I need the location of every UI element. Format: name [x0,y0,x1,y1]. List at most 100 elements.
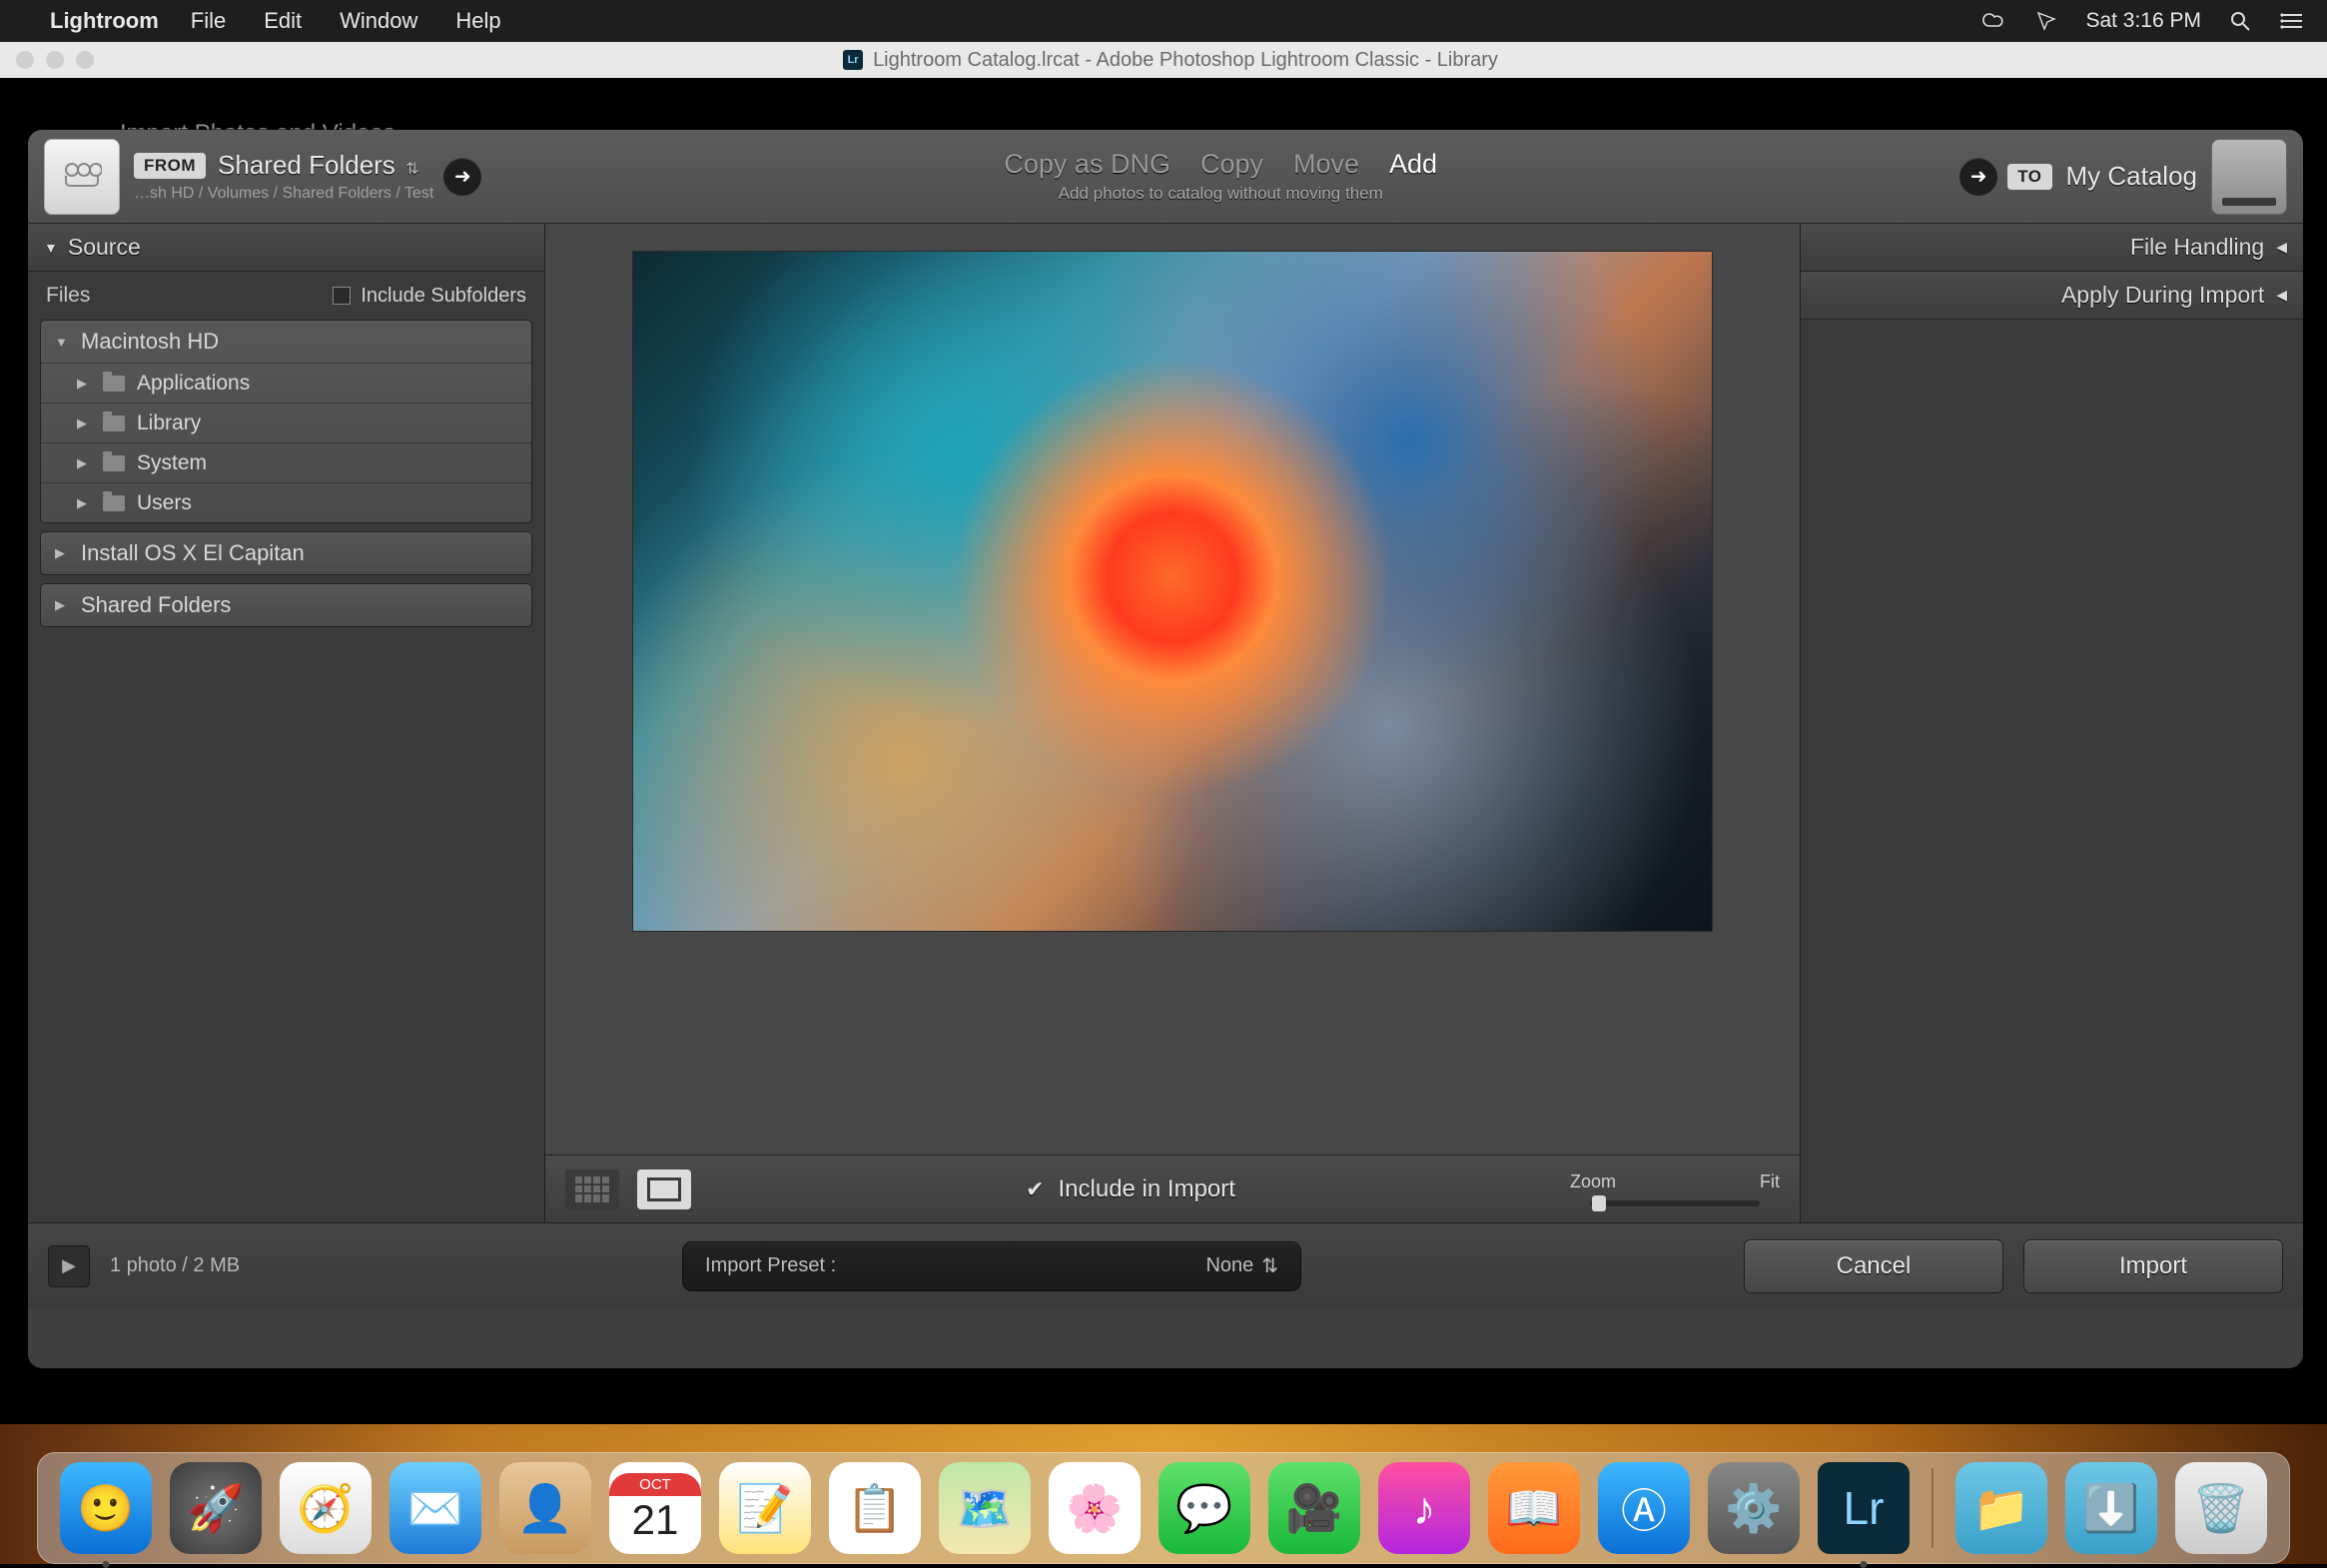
dock-notes-icon[interactable]: 📝 [719,1462,811,1554]
status-cursor-icon[interactable] [2033,8,2059,34]
mode-description: Add photos to catalog without moving the… [1059,184,1383,204]
dock-trash-icon[interactable]: 🗑️ [2175,1462,2267,1554]
folder-label: Library [137,411,201,435]
disclosure-right-icon: ▶ [77,495,91,511]
minimize-window-button[interactable] [46,51,64,69]
disclosure-down-icon: ▼ [55,335,69,350]
menu-edit[interactable]: Edit [264,8,302,34]
mode-move[interactable]: Move [1293,149,1359,180]
source-picker[interactable]: Shared Folders ⇅ [218,150,419,181]
disclosure-left-icon: ◀ [2276,287,2287,304]
grid-view-button[interactable] [565,1170,619,1209]
preview-toolbar: ✔ Include in Import Zoom Fit [545,1155,1800,1222]
dock-applications-folder-icon[interactable]: 📁 [1955,1462,2047,1554]
dock-ibooks-icon[interactable]: 📖 [1488,1462,1580,1554]
from-arrow-icon: ➜ [443,158,481,196]
dock-mail-icon[interactable]: ✉️ [389,1462,481,1554]
expand-minimal-button[interactable]: ▶ [48,1245,90,1287]
fit-label: Fit [1760,1172,1780,1192]
source-panel-header[interactable]: ▼ Source [28,224,544,272]
include-subfolders-toggle[interactable]: Include Subfolders [333,285,526,308]
zoom-window-button[interactable] [76,51,94,69]
app-name[interactable]: Lightroom [50,8,159,34]
to-badge: TO [2007,164,2051,190]
dock-lightroom-icon[interactable]: Lr [1818,1462,1910,1554]
include-in-import-toggle[interactable]: ✔ Include in Import [709,1176,1552,1203]
volume-install-osx[interactable]: ▶Install OS X El Capitan [40,531,532,575]
volume-label: Macintosh HD [81,329,219,355]
preview-area [545,224,1800,1155]
macos-dock: 🙂 🚀 🧭 ✉️ 👤 OCT21 📝 📋 🗺️ 🌸 💬 🎥 ♪ 📖 Ⓐ ⚙️ L… [37,1452,2290,1564]
source-drive-icon[interactable] [44,139,120,215]
folder-applications[interactable]: ▶Applications [41,363,531,402]
dock-photos-icon[interactable]: 🌸 [1049,1462,1141,1554]
dock-safari-icon[interactable]: 🧭 [280,1462,372,1554]
include-in-import-label: Include in Import [1059,1176,1235,1203]
chevron-updown-icon: ⇅ [1261,1253,1278,1278]
chevron-updown-icon: ⇅ [401,161,419,178]
photo-thumbnail[interactable] [633,252,1712,931]
folder-system[interactable]: ▶System [41,442,531,482]
volume-shared-folders[interactable]: ▶Shared Folders [40,583,532,627]
menu-help[interactable]: Help [455,8,500,34]
notification-center-icon[interactable] [2279,8,2305,34]
source-path: …sh HD / Volumes / Shared Folders / Test [134,185,433,203]
import-top-strip: FROM Shared Folders ⇅ …sh HD / Volumes /… [28,130,2303,224]
volume-row[interactable]: ▼ Macintosh HD [41,321,531,363]
close-window-button[interactable] [16,51,34,69]
apply-during-import-panel-header[interactable]: Apply During Import ◀ [1801,272,2303,320]
center-preview-panel: ✔ Include in Import Zoom Fit [545,224,1800,1222]
dock-facetime-icon[interactable]: 🎥 [1268,1462,1360,1554]
dock-system-preferences-icon[interactable]: ⚙️ [1708,1462,1800,1554]
import-preset-select[interactable]: Import Preset : None ⇅ [682,1241,1301,1291]
dock-finder-icon[interactable]: 🙂 [60,1462,152,1554]
import-button[interactable]: Import [2023,1239,2283,1293]
include-subfolders-label: Include Subfolders [361,285,526,308]
file-handling-panel-header[interactable]: File Handling ◀ [1801,224,2303,272]
calendar-month: OCT [609,1473,701,1496]
dock-launchpad-icon[interactable]: 🚀 [170,1462,262,1554]
folder-users[interactable]: ▶ Users [41,482,531,522]
calendar-day: 21 [632,1496,679,1544]
loupe-view-button[interactable] [637,1170,691,1209]
dock-reminders-icon[interactable]: 📋 [829,1462,921,1554]
window-title: Lightroom Catalog.lrcat - Adobe Photosho… [873,49,1498,72]
dock-downloads-folder-icon[interactable]: ⬇️ [2065,1462,2157,1554]
apply-during-import-title: Apply During Import [2061,282,2264,309]
mode-copy-as-dng[interactable]: Copy as DNG [1004,149,1170,180]
destination-title[interactable]: My Catalog [2066,161,2198,192]
menu-window[interactable]: Window [340,8,417,34]
import-preset-label: Import Preset : [705,1254,836,1277]
menubar-clock[interactable]: Sat 3:16 PM [2085,9,2201,33]
folder-library[interactable]: ▶Library [41,402,531,442]
spotlight-search-icon[interactable] [2227,8,2253,34]
dock-messages-icon[interactable]: 💬 [1159,1462,1250,1554]
folder-label: System [137,451,207,475]
import-dialog: FROM Shared Folders ⇅ …sh HD / Volumes /… [28,130,2303,1368]
folder-icon [103,495,125,511]
dock-appstore-icon[interactable]: Ⓐ [1598,1462,1690,1554]
checkbox-icon [333,287,351,305]
traffic-lights [16,51,94,69]
zoom-track[interactable] [1590,1200,1760,1206]
zoom-slider[interactable]: Zoom Fit [1570,1172,1780,1206]
disclosure-right-icon: ▶ [77,376,91,392]
creative-cloud-icon[interactable] [1981,8,2007,34]
cancel-button[interactable]: Cancel [1744,1239,2003,1293]
volume-label: Shared Folders [81,592,231,618]
to-arrow-icon: ➜ [1959,158,1997,196]
zoom-label: Zoom [1570,1172,1616,1192]
dock-maps-icon[interactable]: 🗺️ [939,1462,1031,1554]
import-preset-value: None [1205,1254,1253,1277]
mode-add[interactable]: Add [1389,149,1437,180]
folder-label: Users [137,491,192,515]
mode-copy[interactable]: Copy [1200,149,1263,180]
dock-calendar-icon[interactable]: OCT21 [609,1462,701,1554]
menu-file[interactable]: File [191,8,226,34]
dock-itunes-icon[interactable]: ♪ [1378,1462,1470,1554]
dock-contacts-icon[interactable]: 👤 [499,1462,591,1554]
destination-drive-icon[interactable] [2211,139,2287,215]
source-panel-title: Source [68,234,141,261]
checkmark-icon: ✔ [1026,1176,1044,1202]
volume-macintosh-hd: ▼ Macintosh HD ▶Applications ▶Library ▶S… [40,320,532,523]
